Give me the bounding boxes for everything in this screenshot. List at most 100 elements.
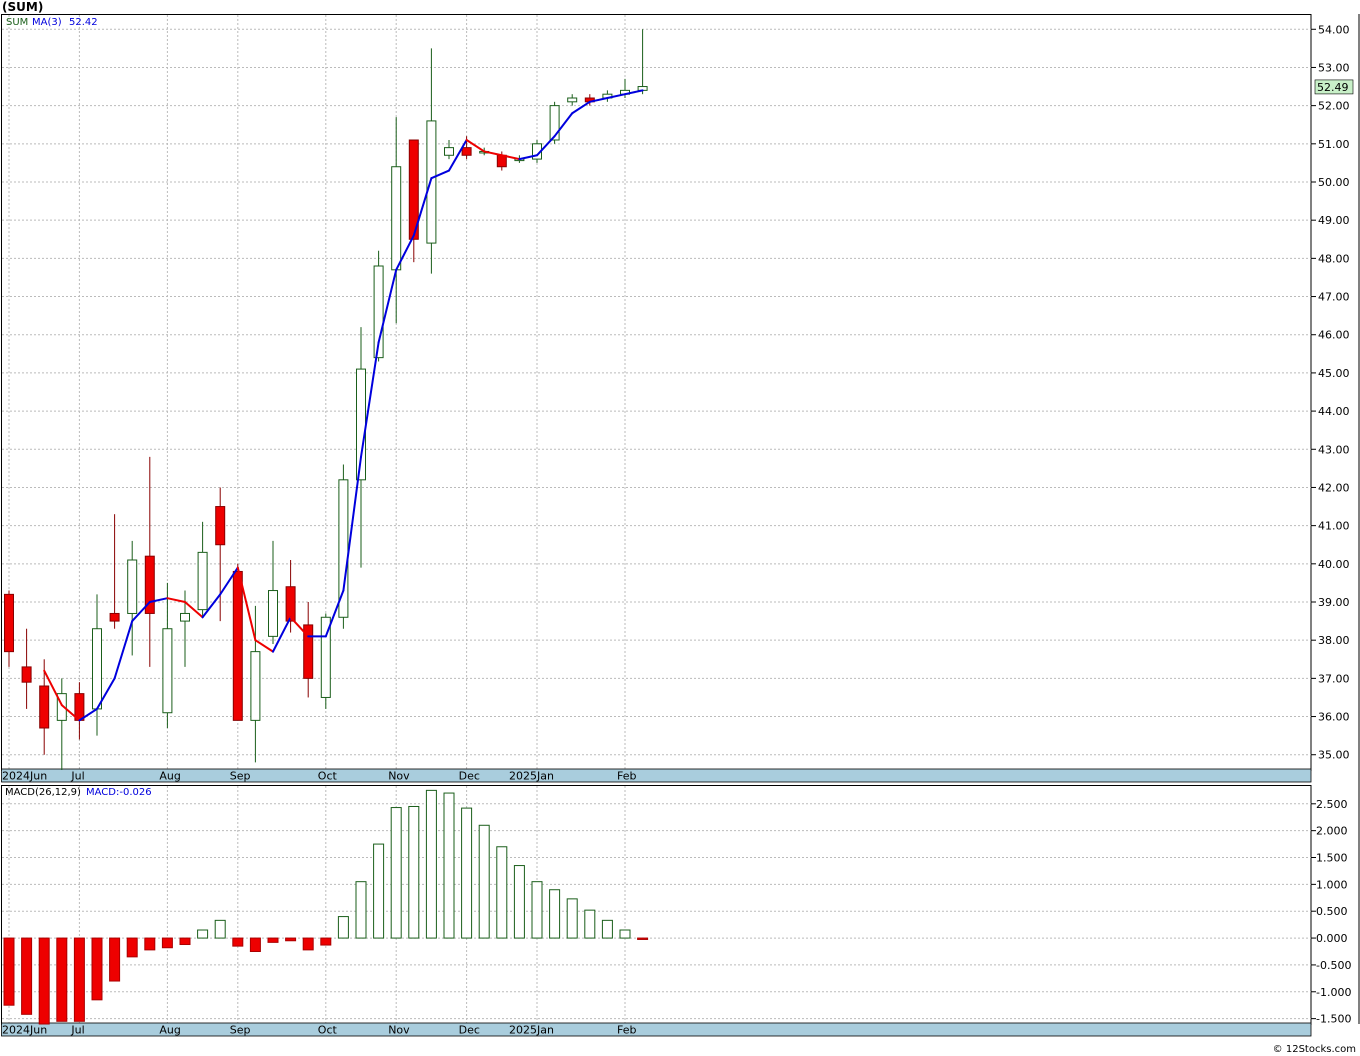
macd-bar: [38, 937, 50, 1025]
candle-body: [391, 166, 402, 271]
price-ytick-label: 53.00: [1318, 61, 1350, 74]
macd-bar: [56, 937, 68, 1022]
macd-bar: [478, 824, 490, 939]
macd-label: MACD(26,12,9): [5, 787, 81, 798]
price-ytick-label: 42.00: [1318, 481, 1350, 494]
macd-bar: [619, 929, 631, 939]
price-ytick-label: 41.00: [1318, 520, 1350, 533]
macd-ytick-label: 2.500: [1316, 798, 1348, 811]
macd-bar: [302, 937, 314, 951]
macd-bar: [513, 865, 525, 939]
legend-ma: MA(3): [32, 17, 62, 28]
price-ytick-label: 54.00: [1318, 23, 1350, 36]
macd-date-label: 2025Jan: [509, 1024, 554, 1037]
macd-bar: [249, 937, 261, 952]
price-date-label: Oct: [318, 770, 338, 783]
macd-bar: [461, 807, 473, 939]
macd-ytick-label: 0.500: [1316, 905, 1348, 918]
candle-body: [109, 612, 120, 622]
legend-ma-value: 52.42: [69, 17, 98, 28]
price-date-label: 2025Jan: [509, 770, 554, 783]
macd-bar: [126, 937, 138, 958]
candle-body: [21, 666, 32, 683]
price-ytick-label: 39.00: [1318, 596, 1350, 609]
candle-body: [250, 651, 261, 721]
macd-ytick-label: -1.500: [1316, 1013, 1351, 1026]
price-date-strip: [1, 768, 1312, 783]
macd-date-label: Feb: [617, 1024, 636, 1037]
macd-bar: [267, 937, 279, 943]
price-panel-frame: [1, 14, 1312, 771]
price-ytick-label: 48.00: [1318, 252, 1350, 265]
candle-body: [567, 97, 578, 103]
price-ytick-label: 37.00: [1318, 672, 1350, 685]
price-ytick-label: 38.00: [1318, 634, 1350, 647]
macd-bar: [91, 937, 103, 1001]
macd-ytick-label: -0.500: [1316, 959, 1351, 972]
candle-body: [426, 120, 437, 244]
macd-bar: [637, 937, 649, 940]
macd-bar: [549, 889, 561, 939]
macd-date-strip: [1, 1022, 1312, 1037]
price-ytick-label: 47.00: [1318, 291, 1350, 304]
macd-date-label: Oct: [318, 1024, 338, 1037]
macd-date-label: Aug: [159, 1024, 180, 1037]
macd-ytick-label: -1.000: [1316, 986, 1351, 999]
macd-bar: [425, 789, 437, 939]
macd-bar: [373, 843, 385, 939]
macd-bar: [496, 846, 508, 939]
candle-body: [127, 559, 138, 614]
price-date-label: Feb: [617, 770, 636, 783]
macd-bar: [566, 898, 578, 939]
macd-bar: [3, 937, 15, 1006]
price-date-label: Dec: [459, 770, 480, 783]
price-date-label: Nov: [388, 770, 410, 783]
candle-body: [268, 590, 278, 637]
macd-bar: [161, 937, 173, 949]
macd-ytick-label: 1.000: [1316, 878, 1348, 891]
macd-bar: [443, 792, 455, 939]
macd-bar: [214, 919, 226, 939]
macd-date-label: 2024Jun: [2, 1024, 47, 1037]
candle-body: [215, 506, 226, 546]
macd-bar: [337, 916, 349, 939]
candle-body: [4, 593, 14, 653]
macd-value-label: MACD:-0.026: [86, 787, 152, 798]
candle-body: [162, 628, 173, 714]
macd-panel-frame: [1, 785, 1312, 1025]
legend-symbol: SUM: [6, 17, 28, 28]
price-date-label: 2024Jun: [2, 770, 47, 783]
candle-body: [39, 685, 50, 729]
macd-bar: [390, 807, 402, 939]
macd-date-label: Jul: [70, 1024, 84, 1037]
price-ytick-label: 40.00: [1318, 558, 1350, 571]
price-ytick-label: 49.00: [1318, 214, 1350, 227]
candle-body: [197, 551, 208, 611]
macd-date-label: Dec: [459, 1024, 480, 1037]
macd-ytick-label: 1.500: [1316, 852, 1348, 865]
candle-body: [232, 570, 243, 721]
chart-canvas: 54.00 53.00 52.00 51.00 50.00 49.00 48.00 47.00…: [1, 14, 1360, 1037]
price-date-label: Jul: [70, 770, 84, 783]
macd-bar: [408, 805, 420, 939]
candle-body: [92, 628, 102, 710]
macd-bar: [584, 909, 596, 939]
candle-body: [444, 147, 454, 156]
macd-date-label: Nov: [388, 1024, 410, 1037]
price-ytick-label: 44.00: [1318, 405, 1350, 418]
macd-bar: [232, 937, 244, 947]
macd-bar: [355, 881, 367, 939]
credit-text: © 12Stocks.com: [1272, 1044, 1356, 1055]
macd-bar: [73, 937, 85, 1022]
candle-body: [496, 154, 507, 168]
price-ytick-label: 43.00: [1318, 443, 1350, 456]
price-ytick-label: 36.00: [1318, 711, 1350, 724]
macd-ytick-label: 0.000: [1316, 932, 1348, 945]
price-ytick-label: 45.00: [1318, 367, 1350, 380]
macd-bar: [179, 937, 191, 946]
macd-bar: [144, 937, 156, 951]
macd-bar: [21, 937, 33, 1015]
price-ytick-label: 52.00: [1318, 100, 1350, 113]
price-date-label: Aug: [159, 770, 180, 783]
candle-body: [180, 612, 190, 622]
